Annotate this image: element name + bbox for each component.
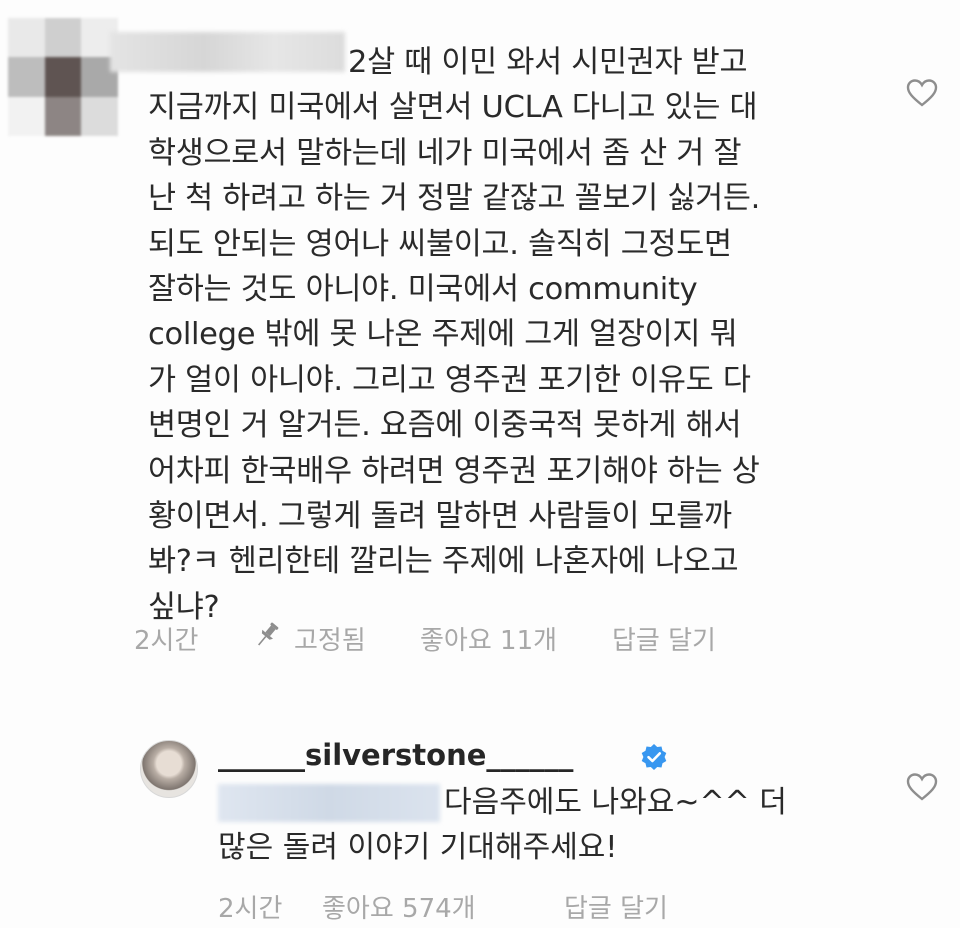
comment: 2살 때 이민 와서 시민권자 받고 지금까지 미국에서 살면서 UCLA 다니…	[0, 0, 960, 690]
avatar[interactable]	[8, 18, 118, 136]
comment-line: 학생으로서 말하는데 네가 미국에서 좀 산 거 잘	[148, 135, 742, 171]
reply-comment: ______silverstone______ 다음주에도 나와요~^^ 더 많…	[0, 700, 960, 928]
comment-line: 변명인 거 알거든. 요즘에 이중국적 못하게 해서	[148, 408, 742, 444]
reply-button[interactable]: 답글 달기	[564, 888, 668, 925]
comment-meta: 2시간 좋아요 574개 답글 달기	[218, 888, 818, 928]
comment-meta: 2시간 고정됨 좋아요 11개 답글 달기	[134, 620, 834, 660]
comment-line: 어차피 한국배우 하려면 영주권 포기해야 하는 상	[148, 453, 760, 489]
username[interactable]: ______silverstone______	[218, 738, 573, 772]
comment-line: 많은 돌려 이야기 기대해주세요!	[218, 830, 618, 865]
comment-line: 2살 때 이민 와서 시민권자 받고	[348, 45, 748, 80]
comment-time[interactable]: 2시간	[134, 620, 198, 657]
heart-outline-icon[interactable]	[906, 78, 938, 108]
reply-button[interactable]: 답글 달기	[612, 620, 716, 657]
comment-line: 난 척 하려고 하는 거 정말 같잖고 꼴보기 싫거든.	[148, 181, 760, 217]
comment-line: 되도 안되는 영어나 씨불이고. 솔직히 그정도면	[148, 226, 732, 262]
pinned-label: 고정됨	[294, 626, 366, 656]
heart-outline-icon[interactable]	[906, 772, 938, 802]
comment-line: 봐?ㅋ 헨리한테 깔리는 주제에 나혼자에 나오고	[148, 544, 739, 580]
comment-line: 가 얼이 아니야. 그리고 영주권 포기한 이유도 다	[148, 362, 751, 398]
comment-line: 다음주에도 나와요~^^ 더	[444, 785, 787, 820]
comment-line: 황이면서. 그렇게 돌려 말하면 사람들이 모를까	[148, 499, 732, 535]
comment-line: college 밖에 못 나온 주제에 그게 얼장이지 뭐	[148, 317, 738, 353]
verified-badge-icon	[640, 743, 668, 771]
avatar[interactable]	[140, 740, 198, 798]
pin-icon	[252, 620, 282, 650]
comment-text: 다음주에도 나와요~^^ 더 많은 돌려 이야기 기대해주세요!	[218, 780, 878, 870]
likes-count[interactable]: 좋아요 11개	[420, 620, 557, 657]
likes-count[interactable]: 좋아요 574개	[322, 888, 476, 925]
comment-text: 2살 때 이민 와서 시민권자 받고 지금까지 미국에서 살면서 UCLA 다니…	[148, 40, 848, 630]
comment-time[interactable]: 2시간	[218, 888, 282, 925]
comment-line: 잘하는 것도 아니야. 미국에서 community	[148, 272, 698, 308]
comment-line: 지금까지 미국에서 살면서 UCLA 다니고 있는 대	[148, 90, 758, 126]
